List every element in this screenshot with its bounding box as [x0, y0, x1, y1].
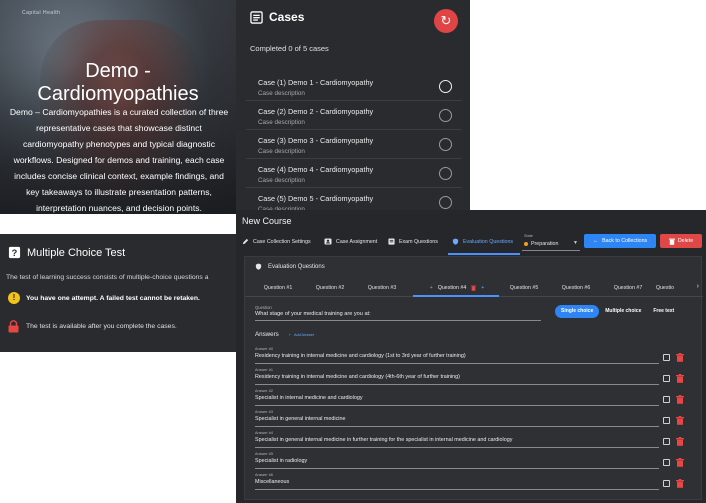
- tab-case-assignment[interactable]: Case Assignment: [324, 238, 377, 245]
- case-status-radio[interactable]: [439, 80, 452, 93]
- free-text-button[interactable]: Free text: [647, 305, 680, 318]
- editor-title: New Course: [242, 216, 292, 226]
- pencil-icon: [242, 238, 249, 245]
- case-status-radio[interactable]: [439, 138, 452, 151]
- lock-icon: [8, 320, 19, 333]
- correct-answer-checkbox[interactable]: [663, 459, 670, 466]
- hero-tagline: Capital Health: [22, 10, 61, 16]
- case-status-radio[interactable]: [439, 196, 452, 209]
- tab-question-8[interactable]: Questio: [645, 285, 685, 291]
- correct-answer-checkbox[interactable]: [663, 480, 670, 487]
- plus-icon[interactable]: +: [430, 285, 433, 291]
- list-icon: [250, 10, 263, 24]
- delete-answer-trash-icon[interactable]: [676, 437, 684, 446]
- case-list: Case (1) Demo 1 - Cardiomyopathy Case de…: [246, 72, 462, 217]
- cases-title: Cases: [269, 10, 305, 24]
- question-input[interactable]: Question What stage of your medical trai…: [255, 305, 541, 321]
- answer-input[interactable]: Answer #0 Residency training in internal …: [255, 347, 659, 364]
- trash-icon: [668, 238, 675, 245]
- tab-case-collection-settings[interactable]: Case Collection Settings: [242, 238, 311, 245]
- answer-input[interactable]: Answer #5 Specialist in radiology: [255, 452, 659, 469]
- course-editor-window: New Course Case Collection Settings Case…: [236, 210, 706, 503]
- correct-answer-checkbox[interactable]: [663, 396, 670, 403]
- tab-exam-questions[interactable]: Exam Questions: [388, 238, 438, 245]
- answer-input[interactable]: Answer #6 Miscellaneous: [255, 473, 659, 490]
- cases-panel: Cases ↻ Completed 0 of 5 cases Case (1) …: [236, 0, 470, 214]
- case-item-3[interactable]: Case (3) Demo 3 - Cardiomyopathy Case de…: [246, 130, 462, 159]
- quiz-icon: ?: [8, 246, 21, 258]
- chevron-right-icon[interactable]: ›: [697, 283, 699, 290]
- tab-question-3[interactable]: Question #3: [349, 285, 415, 291]
- case-status-radio[interactable]: [439, 109, 452, 122]
- back-to-collections-button[interactable]: ← Back to Collections: [584, 234, 656, 248]
- trash-icon[interactable]: [471, 285, 477, 291]
- case-item-1[interactable]: Case (1) Demo 1 - Cardiomyopathy Case de…: [246, 72, 462, 101]
- correct-answer-checkbox[interactable]: [663, 438, 670, 445]
- correct-answer-checkbox[interactable]: [663, 375, 670, 382]
- delete-answer-trash-icon[interactable]: [676, 395, 684, 404]
- editor-toolbar: Case Collection Settings Case Assignment…: [238, 232, 704, 255]
- question-tabs: Question #1 Question #2 Question #3 + Qu…: [245, 281, 703, 297]
- chevron-down-icon: ▼: [573, 240, 578, 246]
- course-hero: Capital Health Demo - Cardiomyopathies D…: [0, 0, 236, 214]
- single-choice-button[interactable]: Single choice: [555, 305, 600, 318]
- question-type-toggle: Single choice Multiple choice Free text: [555, 305, 680, 318]
- reset-button[interactable]: ↻: [434, 9, 458, 33]
- svg-text:?: ?: [12, 248, 18, 258]
- multiple-choice-test-panel: ? Multiple Choice Test The test of learn…: [0, 234, 236, 352]
- status-dot: [524, 242, 528, 246]
- delete-answer-trash-icon[interactable]: [676, 353, 684, 362]
- tab-question-4[interactable]: + Question #4 +: [417, 285, 497, 291]
- answer-input[interactable]: Answer #4 Specialist in general internal …: [255, 431, 659, 448]
- delete-button[interactable]: Delete: [660, 234, 702, 248]
- case-status-radio[interactable]: [439, 167, 452, 180]
- course-description: Demo – Cardiomyopathies is a curated col…: [9, 107, 229, 213]
- shield-icon: [452, 238, 459, 245]
- attempt-warning: ! You have one attempt. A failed test ca…: [8, 292, 200, 304]
- person-card-icon: [324, 238, 332, 245]
- correct-answer-checkbox[interactable]: [663, 354, 670, 361]
- delete-answer-trash-icon[interactable]: [676, 374, 684, 383]
- shield-icon: [255, 263, 262, 270]
- evaluation-questions-panel: Evaluation Questions Question #1 Questio…: [244, 256, 703, 500]
- add-answer-button[interactable]: + Add Answer: [289, 333, 314, 337]
- course-title: Demo - Cardiomyopathies: [37, 60, 199, 105]
- test-description: The test of learning success consists of…: [6, 274, 209, 281]
- case-item-4[interactable]: Case (4) Demo 4 - Cardiomyopathy Case de…: [246, 159, 462, 188]
- test-header: ? Multiple Choice Test: [8, 246, 125, 259]
- case-item-2[interactable]: Case (2) Demo 2 - Cardiomyopathy Case de…: [246, 101, 462, 130]
- multiple-choice-button[interactable]: Multiple choice: [599, 305, 647, 318]
- delete-answer-trash-icon[interactable]: [676, 479, 684, 488]
- plus-icon[interactable]: +: [481, 285, 484, 291]
- correct-answer-checkbox[interactable]: [663, 417, 670, 424]
- test-title: Multiple Choice Test: [27, 246, 126, 259]
- cases-progress-text: Completed 0 of 5 cases: [250, 44, 329, 53]
- info-icon: !: [8, 292, 20, 304]
- lock-notice: The test is available after you complete…: [8, 320, 177, 333]
- state-select[interactable]: State Preparation ▼: [522, 233, 580, 251]
- answers-header: Answers + Add Answer: [255, 331, 315, 338]
- delete-answer-trash-icon[interactable]: [676, 416, 684, 425]
- reset-icon: ↻: [440, 13, 452, 28]
- answer-input[interactable]: Answer #3 Specialist in general internal …: [255, 410, 659, 427]
- arrow-left-icon: ←: [592, 238, 599, 244]
- list-icon: [388, 238, 395, 245]
- section-header: Evaluation Questions: [255, 263, 325, 270]
- delete-answer-trash-icon[interactable]: [676, 458, 684, 467]
- cases-header: Cases: [250, 10, 304, 24]
- answer-input[interactable]: Answer #2 Specialist in internal medicine…: [255, 389, 659, 406]
- tab-evaluation-questions[interactable]: Evaluation Questions: [452, 238, 513, 245]
- answer-input[interactable]: Answer #1 Residency training in internal …: [255, 368, 659, 385]
- plus-icon: +: [288, 332, 291, 337]
